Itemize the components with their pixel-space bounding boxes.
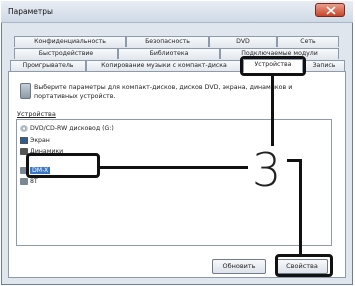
portable-device-icon: [20, 177, 28, 185]
callout-line-button: [299, 159, 302, 254]
title-bar[interactable]: [1, 1, 353, 23]
devices-description: Выберите параметры для компакт-дисков, д…: [34, 84, 293, 100]
callout-properties-button: [275, 254, 333, 277]
callout-selected-device: [26, 153, 100, 178]
tab-library[interactable]: Библиотека: [118, 48, 220, 59]
monitor-icon: [20, 136, 28, 144]
tab-network[interactable]: Сеть: [277, 36, 339, 47]
list-item[interactable]: Экран: [20, 136, 50, 146]
portable-player-icon: [20, 83, 31, 99]
tab-dvd[interactable]: DVD: [209, 36, 277, 47]
tab-security[interactable]: Безопасность: [126, 36, 209, 47]
tab-privacy[interactable]: Конфиденциальность: [14, 36, 126, 47]
list-item[interactable]: DVD/CD-RW дисковод (G:): [20, 124, 114, 134]
list-item[interactable]: 8T: [20, 177, 38, 187]
callout-line-device: [100, 166, 248, 169]
optical-drive-icon: [20, 124, 28, 132]
devices-list[interactable]: [16, 119, 332, 246]
tab-performance[interactable]: Быстродействие: [14, 48, 118, 59]
close-button[interactable]: [315, 3, 345, 17]
tab-rip-music[interactable]: Копирование музыки с компакт-диска: [86, 60, 242, 71]
devices-list-label: Устройства: [17, 110, 56, 118]
tab-player[interactable]: Проигрыватель: [10, 60, 86, 71]
close-icon: [326, 6, 336, 15]
window-title: Параметры: [8, 7, 53, 16]
tab-devices[interactable]: Устройства: [243, 59, 303, 72]
tab-burn[interactable]: Запись: [303, 60, 345, 71]
step-number-label: 3: [252, 143, 282, 197]
callout-line-tab: [271, 76, 274, 146]
refresh-button[interactable]: Обновить: [212, 259, 266, 274]
